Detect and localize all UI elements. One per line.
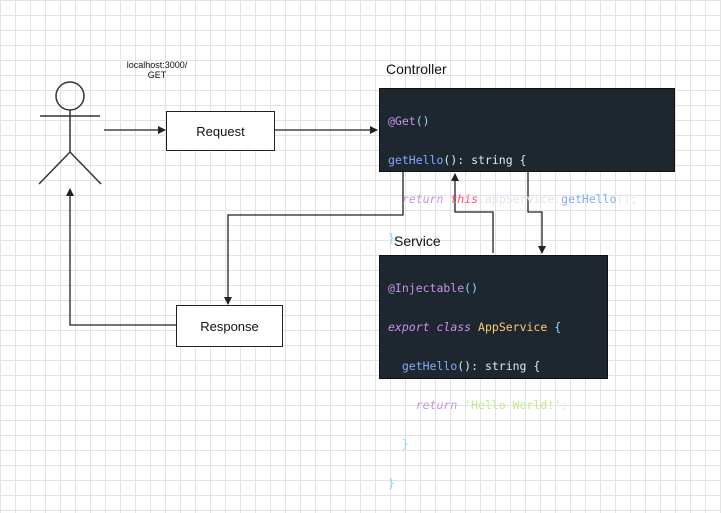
service-code-line-2: export class AppService { bbox=[388, 318, 599, 338]
controller-code-line-3: return this.appService.getHello(); bbox=[388, 190, 666, 210]
service-code-line-3: getHello(): string { bbox=[388, 357, 599, 377]
request-box: Request bbox=[166, 111, 275, 151]
service-title: Service bbox=[394, 233, 441, 249]
controller-code-panel: @Get() getHello(): string { return this.… bbox=[379, 88, 675, 245]
code-token: () bbox=[464, 280, 479, 295]
arrow-controller-to-response bbox=[224, 172, 404, 305]
code-token: (): string { bbox=[443, 152, 527, 167]
actor-left-leg bbox=[38, 151, 71, 185]
service-code-line-6: } bbox=[388, 474, 599, 494]
response-box: Response bbox=[176, 305, 283, 347]
code-token: export bbox=[388, 319, 430, 334]
actor-head bbox=[55, 81, 85, 111]
service-code-panel: @Injectable() export class AppService { … bbox=[379, 255, 608, 490]
code-token: @Get bbox=[388, 113, 416, 128]
code-token: () bbox=[415, 113, 430, 128]
code-token: return bbox=[415, 397, 458, 412]
code-token: .appService. bbox=[478, 191, 562, 206]
service-code-line-4: return 'Hello World!'; bbox=[388, 396, 599, 416]
code-token: 'Hello World!' bbox=[464, 397, 562, 412]
code-token: AppService bbox=[478, 319, 548, 334]
service-code-line-1: @Injectable() bbox=[388, 279, 599, 299]
controller-code-line-2: getHello(): string { bbox=[388, 151, 666, 171]
code-token: (): string { bbox=[457, 358, 541, 373]
service-code-line-5: } bbox=[388, 435, 599, 455]
code-token: @Injectable bbox=[388, 280, 465, 295]
actor-stick-figure bbox=[38, 81, 102, 185]
request-url-label: localhost:3000/ GET bbox=[126, 60, 188, 80]
code-token: ; bbox=[561, 397, 569, 412]
code-token: class bbox=[436, 319, 472, 334]
actor-right-leg bbox=[69, 151, 102, 185]
code-token: this bbox=[450, 191, 479, 206]
controller-title: Controller bbox=[386, 61, 447, 77]
code-token: { bbox=[554, 319, 562, 334]
code-token: (); bbox=[616, 191, 638, 206]
code-token: getHello bbox=[401, 358, 458, 373]
request-box-label: Request bbox=[196, 123, 245, 139]
response-box-label: Response bbox=[200, 318, 259, 334]
code-token: } bbox=[401, 436, 409, 451]
controller-code-line-1: @Get() bbox=[388, 112, 666, 132]
arrow-response-to-actor bbox=[66, 188, 176, 326]
code-token: getHello bbox=[388, 152, 444, 167]
code-token: getHello bbox=[561, 191, 617, 206]
code-token: return bbox=[401, 191, 444, 206]
code-token: } bbox=[388, 475, 395, 490]
